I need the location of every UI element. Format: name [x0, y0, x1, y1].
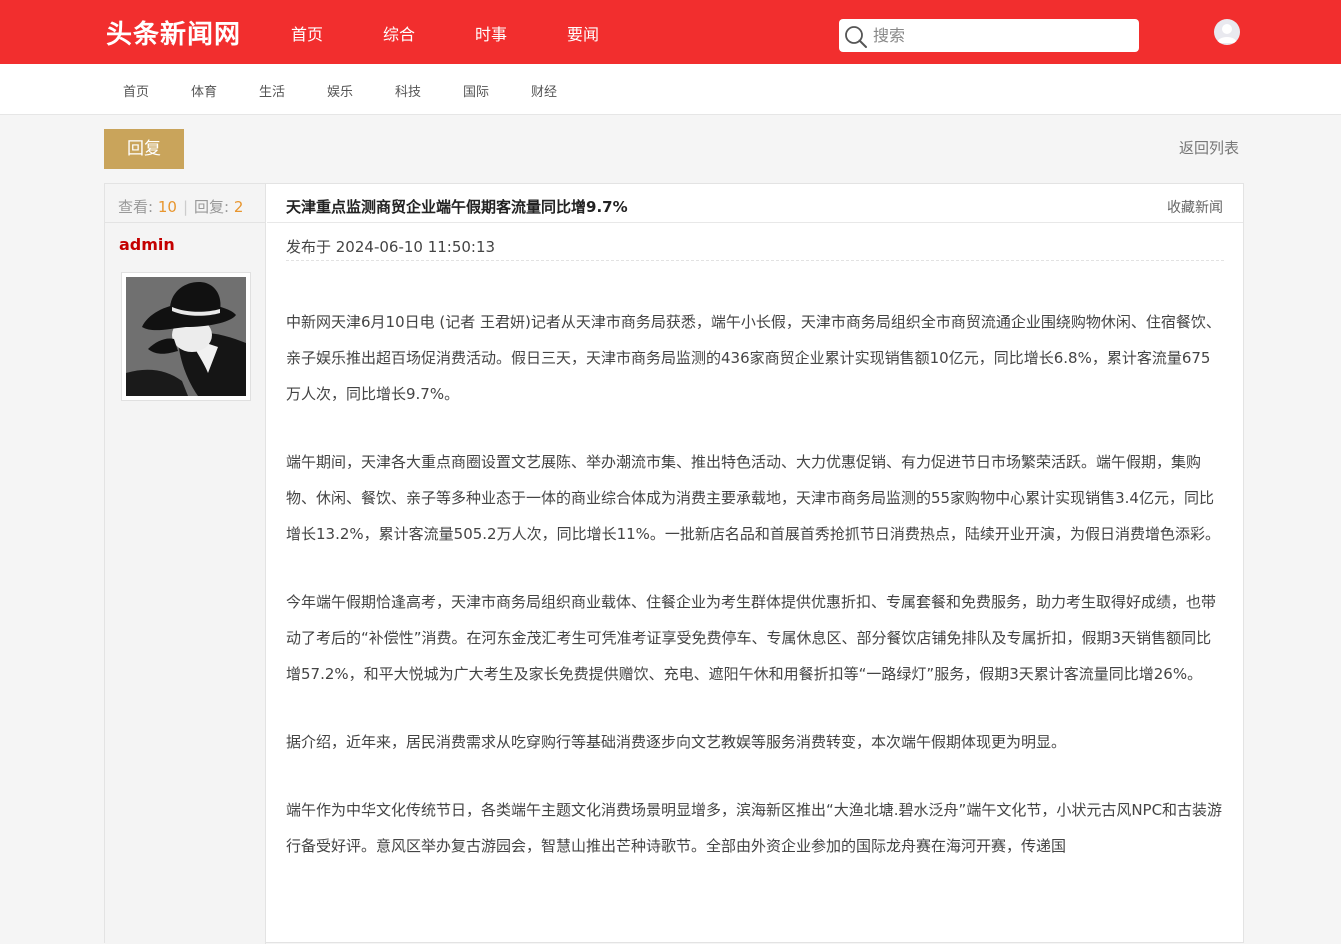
subnav-item-sports[interactable]: 体育 — [191, 81, 217, 100]
search-icon[interactable] — [843, 24, 869, 50]
paragraph: 端午期间，天津各大重点商圈设置文艺展陈、举办潮流市集、推出特色活动、大力优惠促销… — [286, 453, 1220, 543]
replies-label: 回复: — [194, 198, 230, 216]
search-box[interactable] — [839, 19, 1139, 52]
paragraph: 中新网天津6月10日电 (记者 王君妍)记者从天津市商务局获悉，端午小长假，天津… — [286, 313, 1221, 403]
subnav-item-international[interactable]: 国际 — [463, 81, 489, 100]
post-container: 查看: 10 | 回复: 2 admin 天津重点监测商贸企业端午假期客流量同比… — [104, 183, 1244, 944]
stats-divider: | — [182, 198, 188, 216]
nav-item-current-affairs[interactable]: 时事 — [475, 21, 507, 45]
reply-button[interactable]: 回复 — [104, 129, 184, 169]
views-count: 10 — [157, 198, 177, 216]
post-stats: 查看: 10 | 回复: 2 — [105, 184, 265, 223]
paragraph: 端午作为中华文化传统节日，各类端午主题文化消费场景明显增多，滨海新区推出“大渔北… — [286, 801, 1223, 855]
replies-count: 2 — [233, 198, 244, 216]
top-header: 头条新闻网 首页 综合 时事 要闻 — [0, 0, 1341, 64]
author-name[interactable]: admin — [119, 235, 175, 254]
search-input[interactable] — [873, 24, 1123, 46]
author-avatar[interactable] — [121, 272, 251, 401]
site-logo[interactable]: 头条新闻网 — [106, 14, 241, 51]
subnav-item-home[interactable]: 首页 — [123, 81, 149, 100]
nav-item-headlines[interactable]: 要闻 — [567, 21, 599, 45]
user-avatar-icon[interactable] — [1214, 19, 1240, 45]
subnav-item-life[interactable]: 生活 — [259, 81, 285, 100]
paragraph: 今年端午假期恰逢高考，天津市商务局组织商业载体、住餐企业为考生群体提供优惠折扣、… — [286, 593, 1217, 683]
fedora-man-avatar-icon — [126, 277, 246, 396]
paragraph: 据介绍，近年来，居民消费需求从吃穿购行等基础消费逐步向文艺教娱等服务消费转变，本… — [286, 733, 1067, 751]
post-title-bar: 天津重点监测商贸企业端午假期客流量同比增9.7% 收藏新闻 — [267, 184, 1243, 223]
favorite-news-link[interactable]: 收藏新闻 — [1167, 197, 1223, 217]
nav-item-general[interactable]: 综合 — [383, 21, 415, 45]
post-title: 天津重点监测商贸企业端午假期客流量同比增9.7% — [286, 198, 628, 216]
author-sidebar: 查看: 10 | 回复: 2 admin — [105, 184, 266, 944]
subnav-item-finance[interactable]: 财经 — [531, 81, 557, 100]
nav-item-home[interactable]: 首页 — [291, 21, 323, 45]
subnav-item-entertainment[interactable]: 娱乐 — [327, 81, 353, 100]
back-to-list-link[interactable]: 返回列表 — [1179, 137, 1239, 158]
post-content: 中新网天津6月10日电 (记者 王君妍)记者从天津市商务局获悉，端午小长假，天津… — [286, 304, 1224, 896]
subnav-item-tech[interactable]: 科技 — [395, 81, 421, 100]
category-nav: 首页 体育 生活 娱乐 科技 国际 财经 — [0, 64, 1341, 115]
publish-time: 发布于 2024-06-10 11:50:13 — [286, 238, 496, 256]
views-label: 查看: — [118, 198, 154, 216]
meta-divider — [286, 260, 1224, 261]
